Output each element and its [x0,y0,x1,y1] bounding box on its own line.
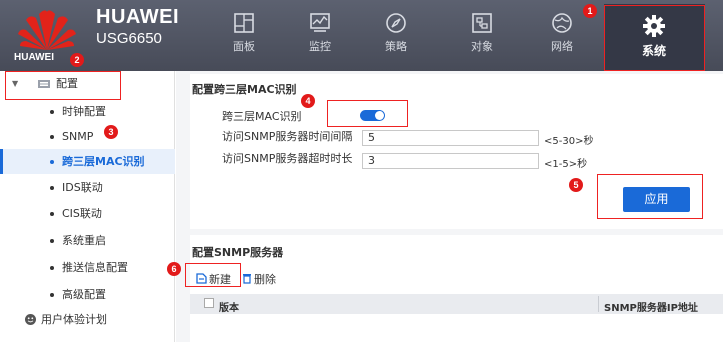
nav-policy[interactable]: 策略 [366,12,426,64]
sidebar-item-label: CIS联动 [62,207,102,220]
section-title: 配置SNMP服务器 [192,246,284,259]
compass-icon [386,13,406,33]
huawei-logo: HUAWEI USG6650 HUAWEI [8,4,179,66]
timeout-hint: <1-5>秒 [544,159,588,170]
sidebar-item-label: 高级配置 [62,288,106,301]
interval-input[interactable]: 5 [362,130,539,146]
bullet-icon [50,186,54,190]
sidebar-item-cis[interactable]: CIS联动 [0,201,175,226]
sidebar-item-label: 推送信息配置 [62,261,128,274]
sidebar-item-snmp[interactable]: SNMP [0,124,175,149]
annotation-badge-5: 5 [569,178,583,192]
nav-label: 对象 [471,40,493,53]
logo-text: HUAWEI [14,52,54,63]
sidebar: ▼ 配置 时钟配置 SNMP 跨三层MAC识别 IDS联动 CIS联动 系统重启… [0,71,175,342]
bullet-icon [50,135,54,139]
timeout-input[interactable]: 3 [362,153,539,169]
nav-monitor[interactable]: 监控 [290,12,350,64]
annotation-badge-4: 4 [301,94,315,108]
annotation-box-apply [597,174,703,219]
delete-label: 删除 [254,273,276,286]
section-title: 配置跨三层MAC识别 [192,83,297,96]
sidebar-item-label: 跨三层MAC识别 [62,155,145,168]
nav-label: 监控 [309,40,331,53]
bullet-icon [50,293,54,297]
sidebar-item-advanced[interactable]: 高级配置 [0,282,175,307]
nav-dashboard[interactable]: 面板 [214,12,274,64]
bullet-icon [50,212,54,216]
annotation-badge-1: 1 [583,4,597,18]
brand-name: HUAWEI [96,6,179,28]
sidebar-item-label: IDS联动 [62,181,103,194]
bullet-icon [50,239,54,243]
interval-label: 访问SNMP服务器时间间隔 [222,130,353,143]
annotation-box-new [185,263,241,287]
object-icon [472,13,492,33]
nav-label: 面板 [233,40,255,53]
bullet-icon [50,266,54,270]
sidebar-item-ids[interactable]: IDS联动 [0,175,175,200]
sidebar-item-label: 用户体验计划 [41,313,107,326]
sidebar-item-cross-l3-mac[interactable]: 跨三层MAC识别 [0,149,175,174]
nav-label: 策略 [385,40,407,53]
annotation-badge-3: 3 [104,125,118,139]
globe-network-icon [552,13,572,33]
bullet-icon [50,160,54,164]
smiley-icon [25,314,36,325]
sidebar-item-label: 时钟配置 [62,105,106,118]
trash-icon [243,274,251,284]
sidebar-item-clock[interactable]: 时钟配置 [0,99,175,124]
interval-hint: <5-30>秒 [544,136,594,147]
dashboard-icon [234,13,254,33]
monitor-chart-icon [310,13,330,32]
sidebar-item-label: 系统重启 [62,234,106,247]
bullet-icon [50,110,54,114]
sidebar-item-user-experience[interactable]: 用户体验计划 [0,307,175,332]
column-header-snmp-ip: SNMP服务器IP地址 [604,303,698,314]
sidebar-item-label: SNMP [62,130,94,143]
sidebar-item-push-info[interactable]: 推送信息配置 [0,255,175,280]
huawei-flower-icon [18,10,76,50]
annotation-box-system [604,5,705,71]
device-model: USG6650 [96,30,162,47]
toggle-label: 跨三层MAC识别 [222,110,302,123]
column-divider [598,296,599,312]
nav-label: 网络 [551,40,573,53]
annotation-badge-2: 2 [70,53,84,67]
select-all-checkbox[interactable] [204,298,214,308]
timeout-label: 访问SNMP服务器超时时长 [222,152,353,165]
column-header-version: 版本 [219,303,239,314]
sidebar-item-reboot[interactable]: 系统重启 [0,228,175,253]
nav-network[interactable]: 网络 [532,12,592,64]
nav-object[interactable]: 对象 [452,12,512,64]
annotation-badge-6: 6 [167,262,181,276]
annotation-box-toggle [327,100,408,127]
annotation-box-config [5,71,121,100]
